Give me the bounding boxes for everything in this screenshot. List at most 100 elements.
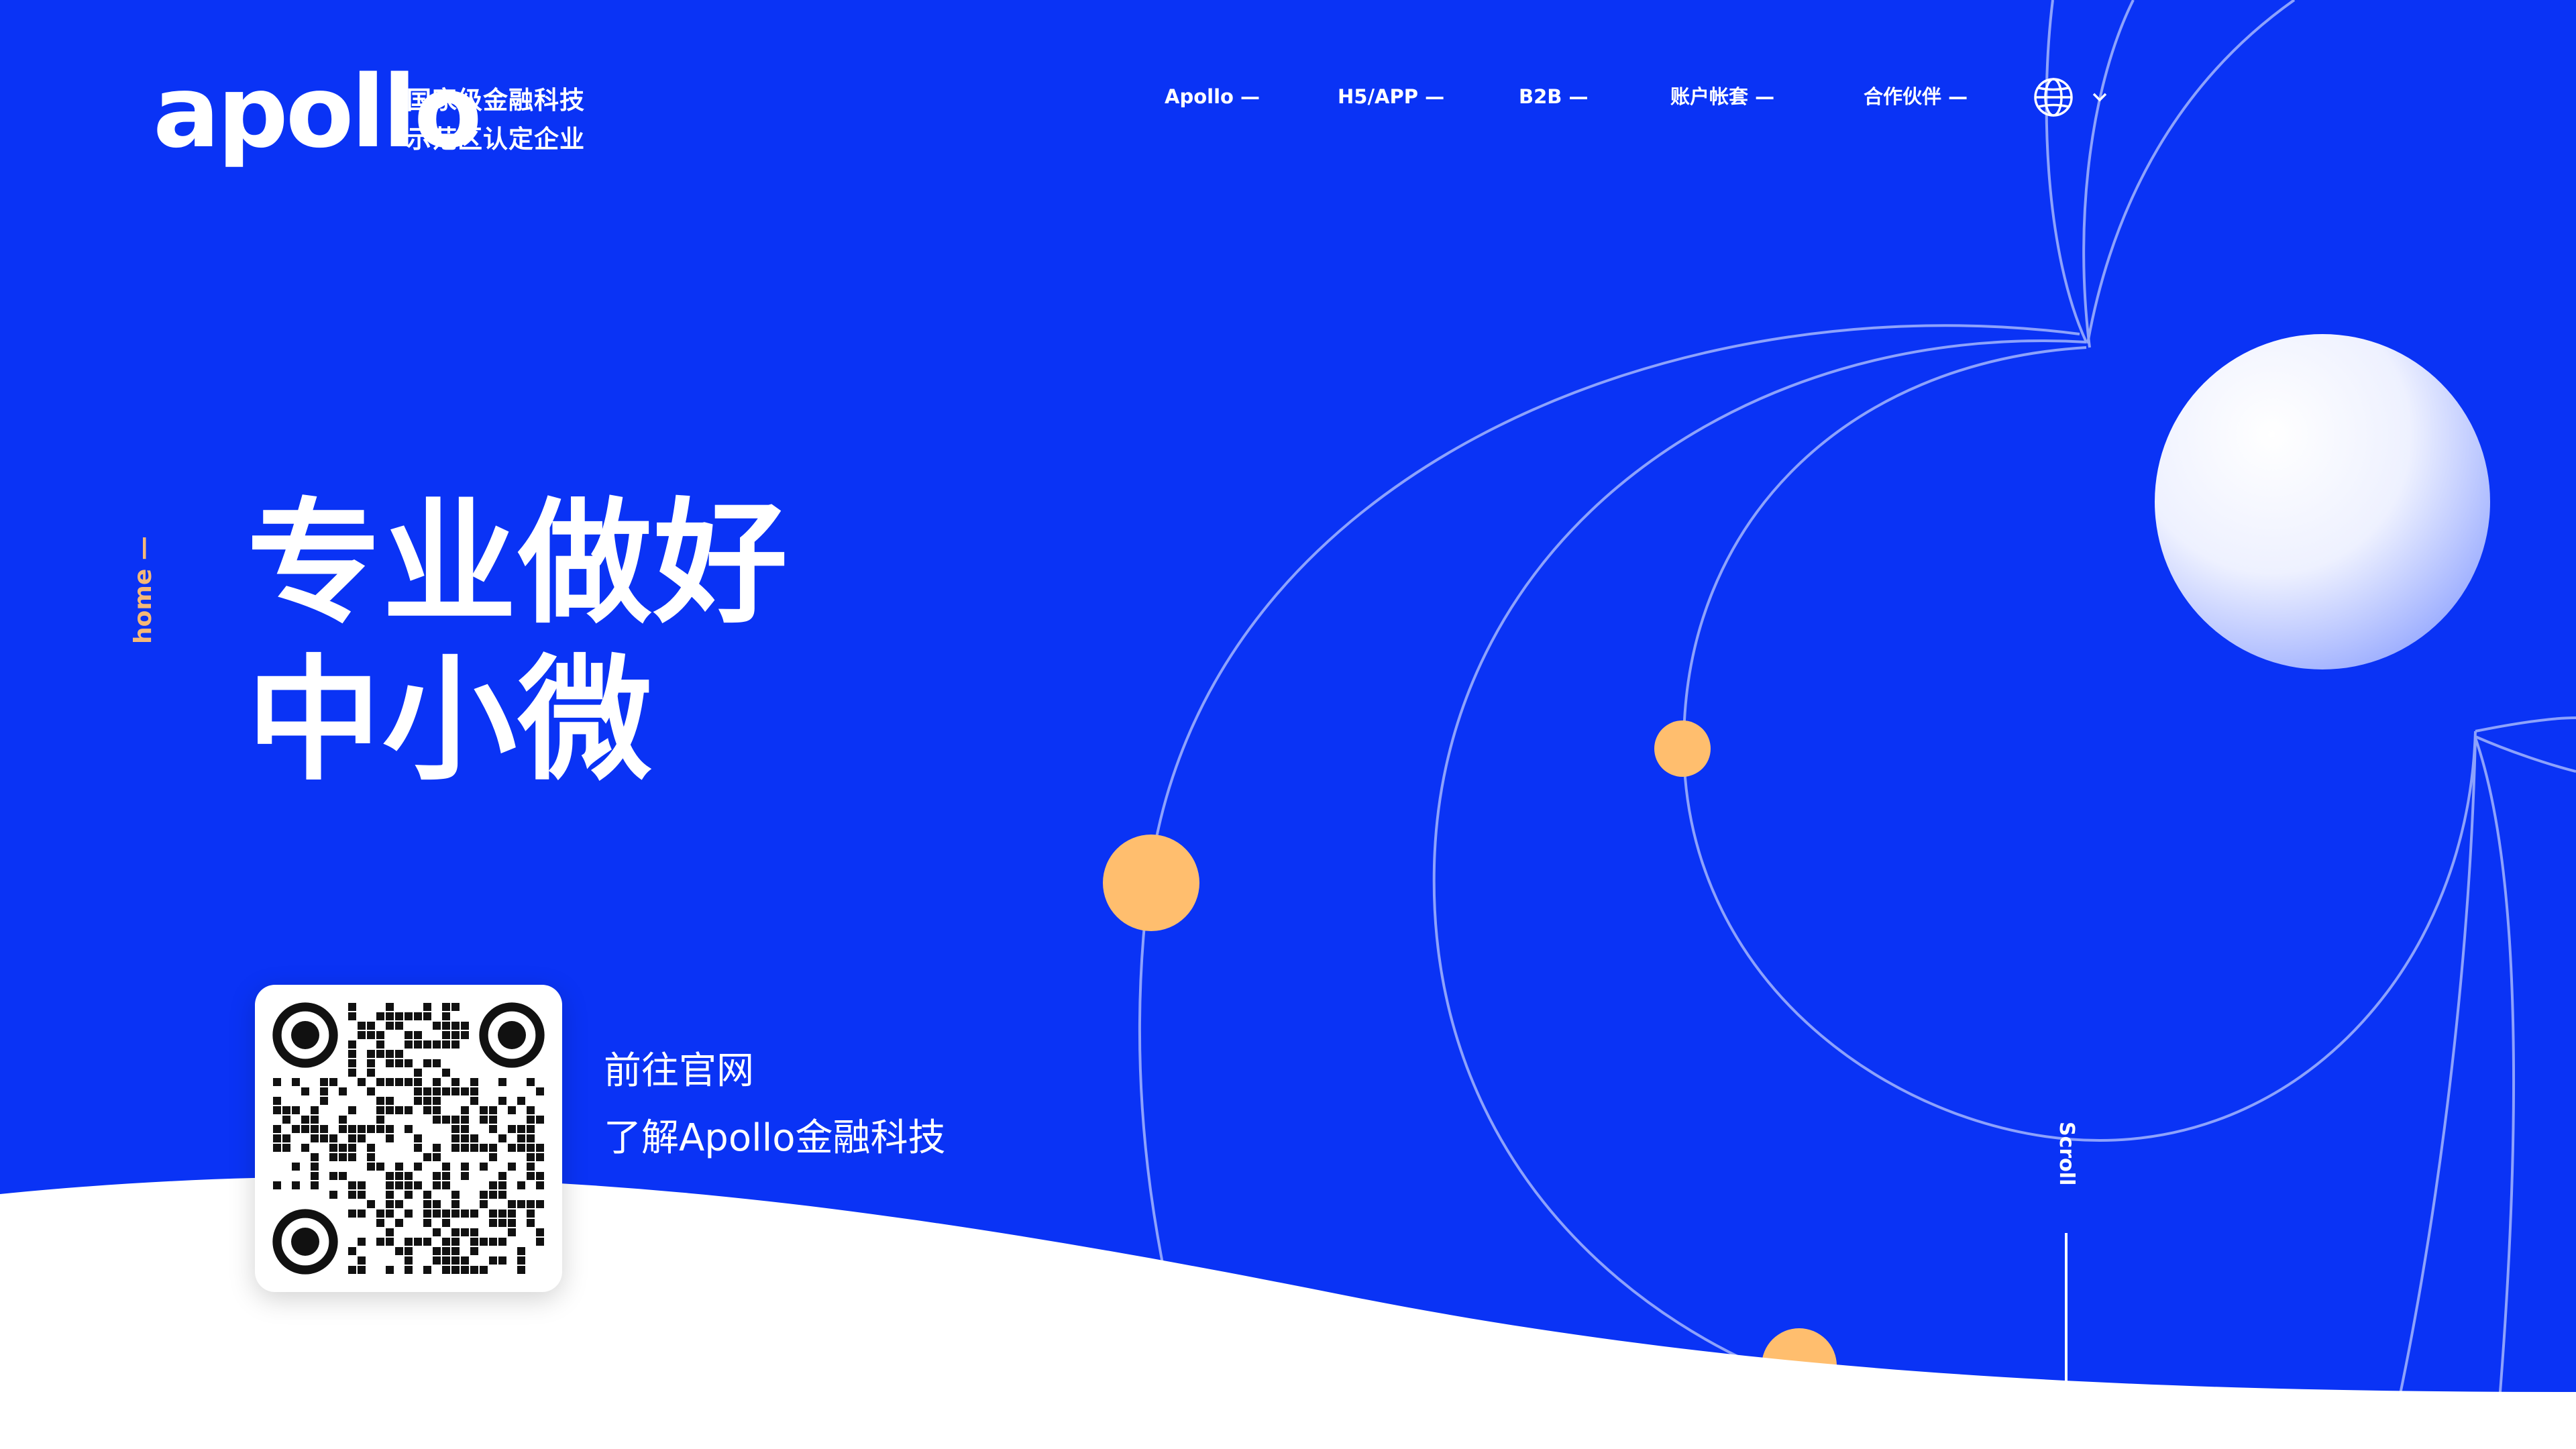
qr-module	[273, 1097, 281, 1105]
qr-module	[433, 1172, 441, 1180]
qr-module	[320, 1125, 328, 1133]
qr-module	[442, 1172, 450, 1180]
qr-module	[376, 1097, 384, 1105]
qr-module	[433, 1256, 441, 1265]
qr-module	[376, 1210, 384, 1218]
qr-module	[405, 1191, 413, 1199]
qr-module	[329, 1144, 337, 1152]
apollo-logo[interactable]: apollo	[153, 62, 482, 176]
qr-module	[461, 1031, 469, 1039]
nav-item-accounts[interactable]: 账户帐套 —	[1670, 82, 1774, 111]
qr-module	[461, 1144, 469, 1152]
qr-module	[405, 1181, 413, 1189]
qr-module	[461, 1266, 469, 1274]
cta-learn-more[interactable]: 了解Apollo金融科技	[604, 1115, 946, 1162]
qr-module	[414, 1087, 422, 1095]
scroll-line	[2065, 1233, 2068, 1387]
qr-module	[367, 1031, 375, 1039]
cta-visit-site[interactable]: 前往官网	[604, 1048, 754, 1095]
qr-module	[423, 1238, 431, 1246]
qr-module	[489, 1210, 497, 1218]
qr-module	[273, 1181, 281, 1189]
qr-module	[517, 1125, 525, 1133]
qr-module	[339, 1144, 347, 1152]
qr-module	[292, 1125, 300, 1133]
qr-module	[273, 1134, 281, 1142]
qr-module	[442, 1247, 450, 1255]
qr-module	[423, 1003, 431, 1011]
qr-module	[423, 1219, 431, 1227]
qr-module	[311, 1181, 319, 1189]
nav-item-b2b[interactable]: B2B —	[1519, 82, 1588, 111]
qr-module	[395, 1247, 403, 1255]
qr-module	[395, 1106, 403, 1114]
qr-module	[405, 1040, 413, 1049]
qr-module	[489, 1106, 497, 1114]
qr-module	[517, 1181, 525, 1189]
qr-module	[451, 1134, 460, 1142]
nav-item-partners[interactable]: 合作伙伴 —	[1864, 82, 1968, 111]
qr-module	[386, 1125, 394, 1133]
qr-module	[442, 1031, 450, 1039]
qr-module	[461, 1228, 469, 1236]
qr-module	[433, 1116, 441, 1124]
qr-module	[358, 1191, 366, 1199]
qr-module	[348, 1153, 356, 1161]
qr-module	[423, 1266, 431, 1274]
qr-module	[517, 1134, 525, 1142]
qr-module	[348, 1040, 356, 1049]
nav-item-apollo[interactable]: Apollo —	[1165, 82, 1260, 111]
orange-dot-large	[1103, 835, 1199, 931]
qr-module	[527, 1172, 535, 1180]
qr-module	[423, 1012, 431, 1020]
qr-module	[282, 1116, 290, 1124]
qr-module	[498, 1210, 506, 1218]
logo-subtitle-line1: 国家级金融科技	[407, 86, 585, 115]
qr-module	[358, 1238, 366, 1246]
qr-module	[405, 1256, 413, 1265]
qr-module	[414, 1069, 422, 1077]
qr-module	[348, 1247, 356, 1255]
qr-code-card[interactable]	[255, 985, 562, 1292]
qr-module	[423, 1106, 431, 1114]
qr-module	[358, 1134, 366, 1142]
qr-module	[386, 1172, 394, 1180]
qr-module	[376, 1238, 384, 1246]
qr-module	[423, 1087, 431, 1095]
qr-module	[311, 1134, 319, 1142]
qr-module	[292, 1181, 300, 1189]
qr-module	[536, 1181, 544, 1189]
qr-module	[358, 1125, 366, 1133]
qr-module	[311, 1106, 319, 1114]
qr-module	[498, 1097, 506, 1105]
qr-module	[433, 1228, 441, 1236]
qr-module	[292, 1163, 300, 1171]
qr-module	[376, 1078, 384, 1086]
scroll-label[interactable]: Scroll	[2054, 1122, 2078, 1185]
qr-module	[489, 1181, 497, 1189]
qr-module	[386, 1106, 394, 1114]
qr-module	[292, 1106, 300, 1114]
qr-module	[517, 1247, 525, 1255]
qr-module	[395, 1200, 403, 1208]
qr-module	[273, 1106, 281, 1114]
qr-module	[386, 1050, 394, 1058]
qr-module	[517, 1097, 525, 1105]
qr-module	[442, 1087, 450, 1095]
qr-module	[470, 1097, 478, 1105]
qr-module	[517, 1256, 525, 1265]
qr-module	[339, 1087, 347, 1095]
qr-module	[433, 1200, 441, 1208]
qr-module	[433, 1087, 441, 1095]
qr-module	[311, 1163, 319, 1171]
qr-module	[527, 1125, 535, 1133]
language-selector[interactable]	[2031, 75, 2112, 119]
qr-module	[442, 1210, 450, 1218]
nav-item-h5-app[interactable]: H5/APP —	[1338, 82, 1444, 111]
qr-module	[442, 1069, 450, 1077]
qr-module	[386, 1012, 394, 1020]
qr-module	[405, 1247, 413, 1255]
qr-module	[348, 1191, 356, 1199]
qr-module	[414, 1078, 422, 1086]
qr-module	[451, 1200, 460, 1208]
